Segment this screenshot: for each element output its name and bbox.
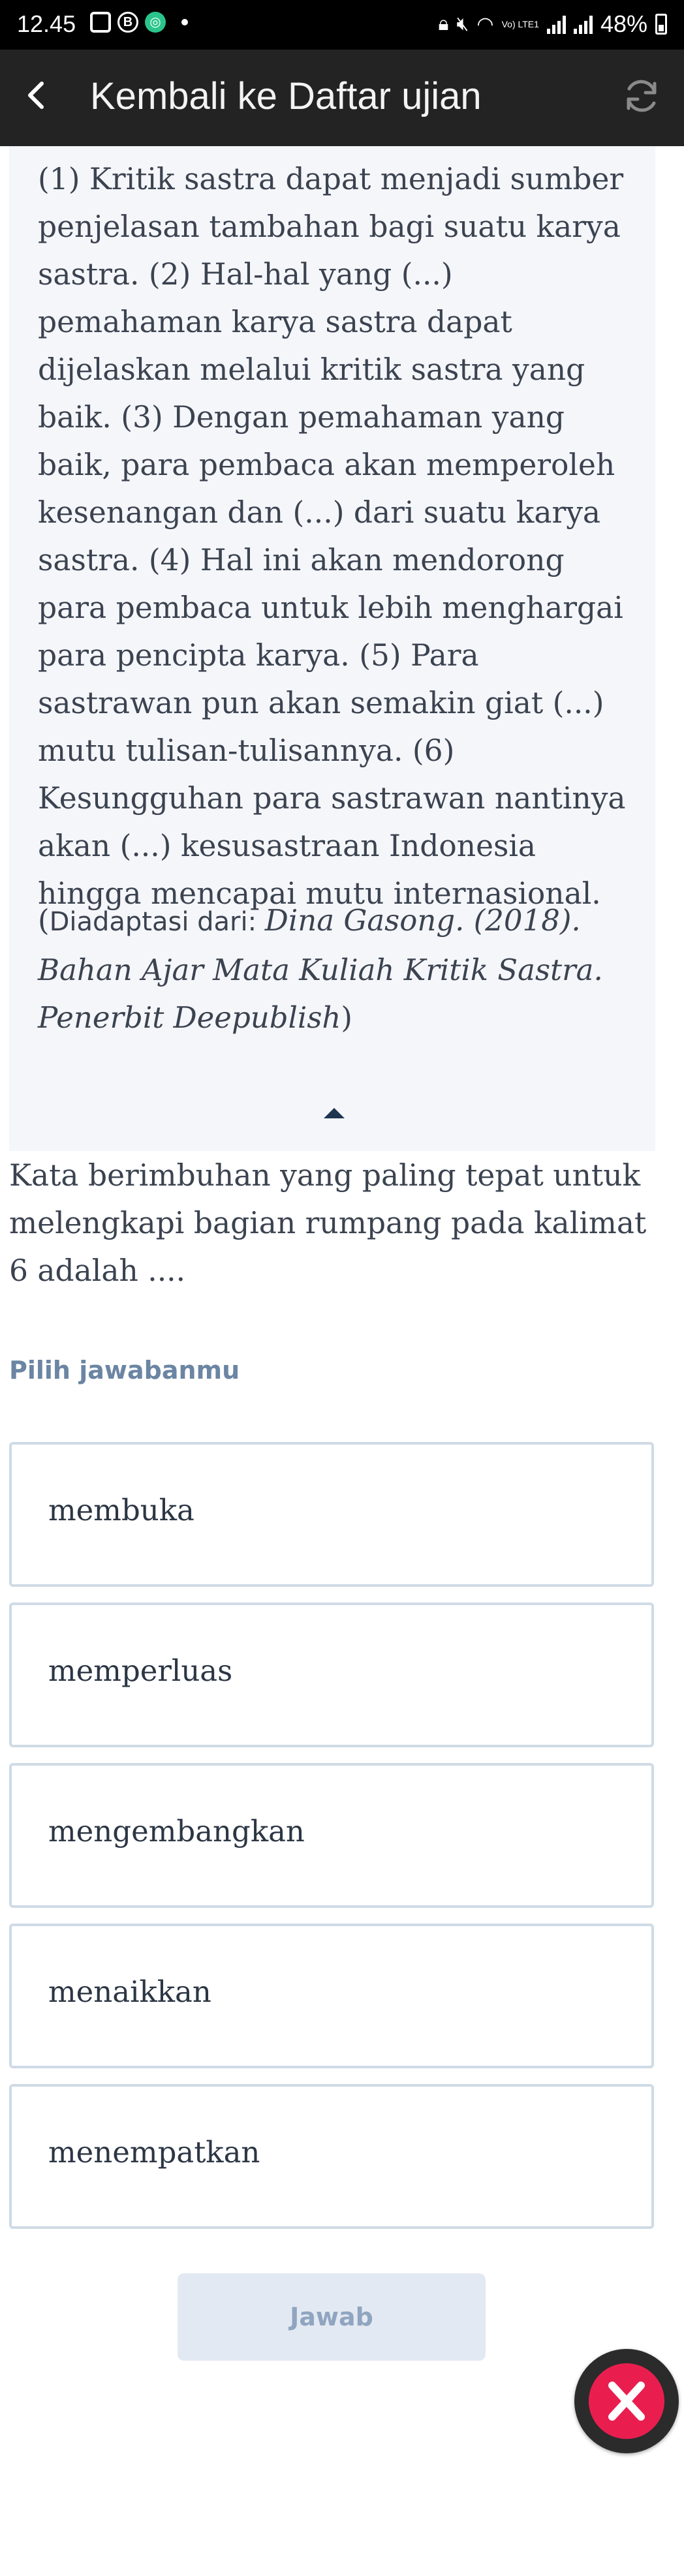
floating-app-button[interactable] (574, 2349, 679, 2453)
green-app-icon: ◎ (145, 12, 166, 33)
source-close-paren: ) (341, 1000, 352, 1035)
answer-option-label: memperluas (48, 1653, 233, 1688)
answer-option-5[interactable]: menempatkan (9, 2084, 654, 2229)
chevron-left-icon[interactable] (18, 76, 57, 115)
answer-option-label: mengembangkan (48, 1814, 305, 1848)
network-label: Vo) LTE1 (501, 18, 539, 29)
answer-option-2[interactable]: memperluas (9, 1602, 654, 1747)
battery-icon (655, 14, 667, 35)
close-x-icon (608, 2382, 645, 2421)
answer-option-1[interactable]: membuka (9, 1442, 654, 1587)
status-bar: 12.45 B ◎ 🔒︎ 🔇︎ ◠ Vo) LTE1 48% (0, 0, 684, 50)
battery-level: 48% (600, 10, 647, 37)
submit-answer-button[interactable]: Jawab (178, 2273, 486, 2361)
more-notifications-dot-icon (181, 19, 188, 25)
passage-text: (1) Kritik sastra dapat menjadi sumber p… (38, 162, 626, 911)
page-title[interactable]: Kembali ke Daftar ujian (90, 74, 482, 118)
signal-icon (546, 14, 566, 34)
source-prefix: Diadaptasi dari: (49, 907, 265, 937)
refresh-icon[interactable] (619, 73, 664, 119)
collapse-caret-up-icon[interactable] (321, 1105, 347, 1121)
answer-option-label: menempatkan (48, 2135, 260, 2170)
status-time: 12.45 (17, 10, 76, 37)
answer-prompt: Pilih jawabanmu (9, 1356, 240, 1385)
answer-option-3[interactable]: mengembangkan (9, 1763, 654, 1908)
app-header: Kembali ke Daftar ujian (0, 50, 684, 146)
passage-source: (Diadaptasi dari: Dina Gasong. (2018). B… (38, 897, 638, 1041)
reading-passage: (1) Kritik sastra dapat menjadi sumber p… (9, 146, 655, 1151)
b-app-icon: B (117, 12, 138, 33)
notification-icons: B ◎ (90, 12, 188, 33)
answer-option-label: menaikkan (48, 1974, 211, 2009)
gallery-icon (90, 12, 111, 33)
lock-icon: 🔒︎ (438, 13, 449, 35)
floating-app-icon (589, 2363, 664, 2439)
question-text: Kata berimbuhan yang paling tepat untuk … (9, 1158, 647, 1288)
system-icons: 🔒︎ 🔇︎ ◠ Vo) LTE1 48% (439, 10, 667, 38)
mute-icon: 🔇︎ (456, 13, 469, 35)
answer-option-label: membuka (48, 1493, 194, 1527)
signal-2-icon (573, 14, 593, 34)
answer-option-4[interactable]: menaikkan (9, 1924, 654, 2068)
source-open-paren: ( (38, 903, 50, 938)
wifi-icon: ◠ (476, 13, 494, 35)
